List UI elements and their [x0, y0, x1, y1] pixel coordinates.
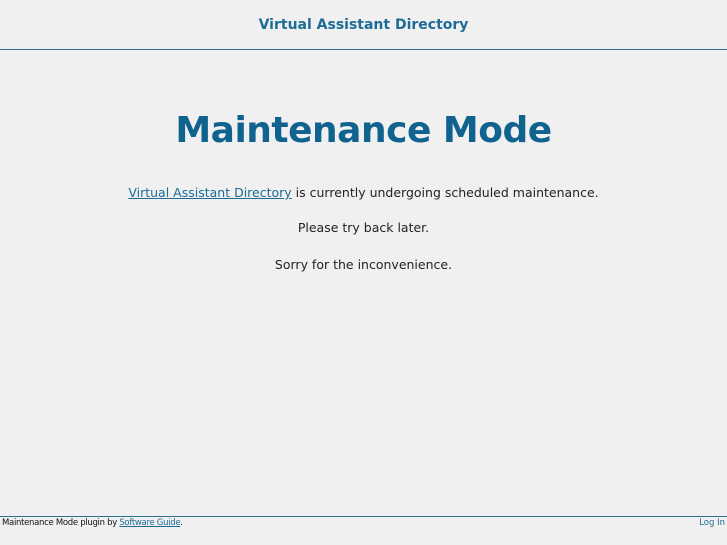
login-link[interactable]: Log In: [699, 518, 725, 528]
maintenance-message: Virtual Assistant Directory is currently…: [0, 184, 727, 202]
page-header: Virtual Assistant Directory: [0, 0, 727, 50]
try-later-message: Please try back later.: [297, 220, 430, 235]
maintenance-message-text: is currently undergoing scheduled mainte…: [291, 185, 599, 200]
page-title: Maintenance Mode: [175, 110, 552, 151]
site-link[interactable]: Virtual Assistant Directory: [128, 185, 291, 200]
footer-login: Log In: [699, 517, 725, 529]
page-footer: Maintenance Mode plugin by Software Guid…: [0, 516, 727, 545]
apology-message: Sorry for the inconvenience.: [274, 257, 453, 272]
software-guide-link[interactable]: Software Guide: [119, 518, 180, 528]
site-title: Virtual Assistant Directory: [258, 17, 469, 33]
footer-credit-suffix: .: [180, 518, 183, 528]
footer-credit: Maintenance Mode plugin by Software Guid…: [2, 517, 183, 529]
footer-credit-prefix: Maintenance Mode plugin by: [2, 518, 120, 528]
